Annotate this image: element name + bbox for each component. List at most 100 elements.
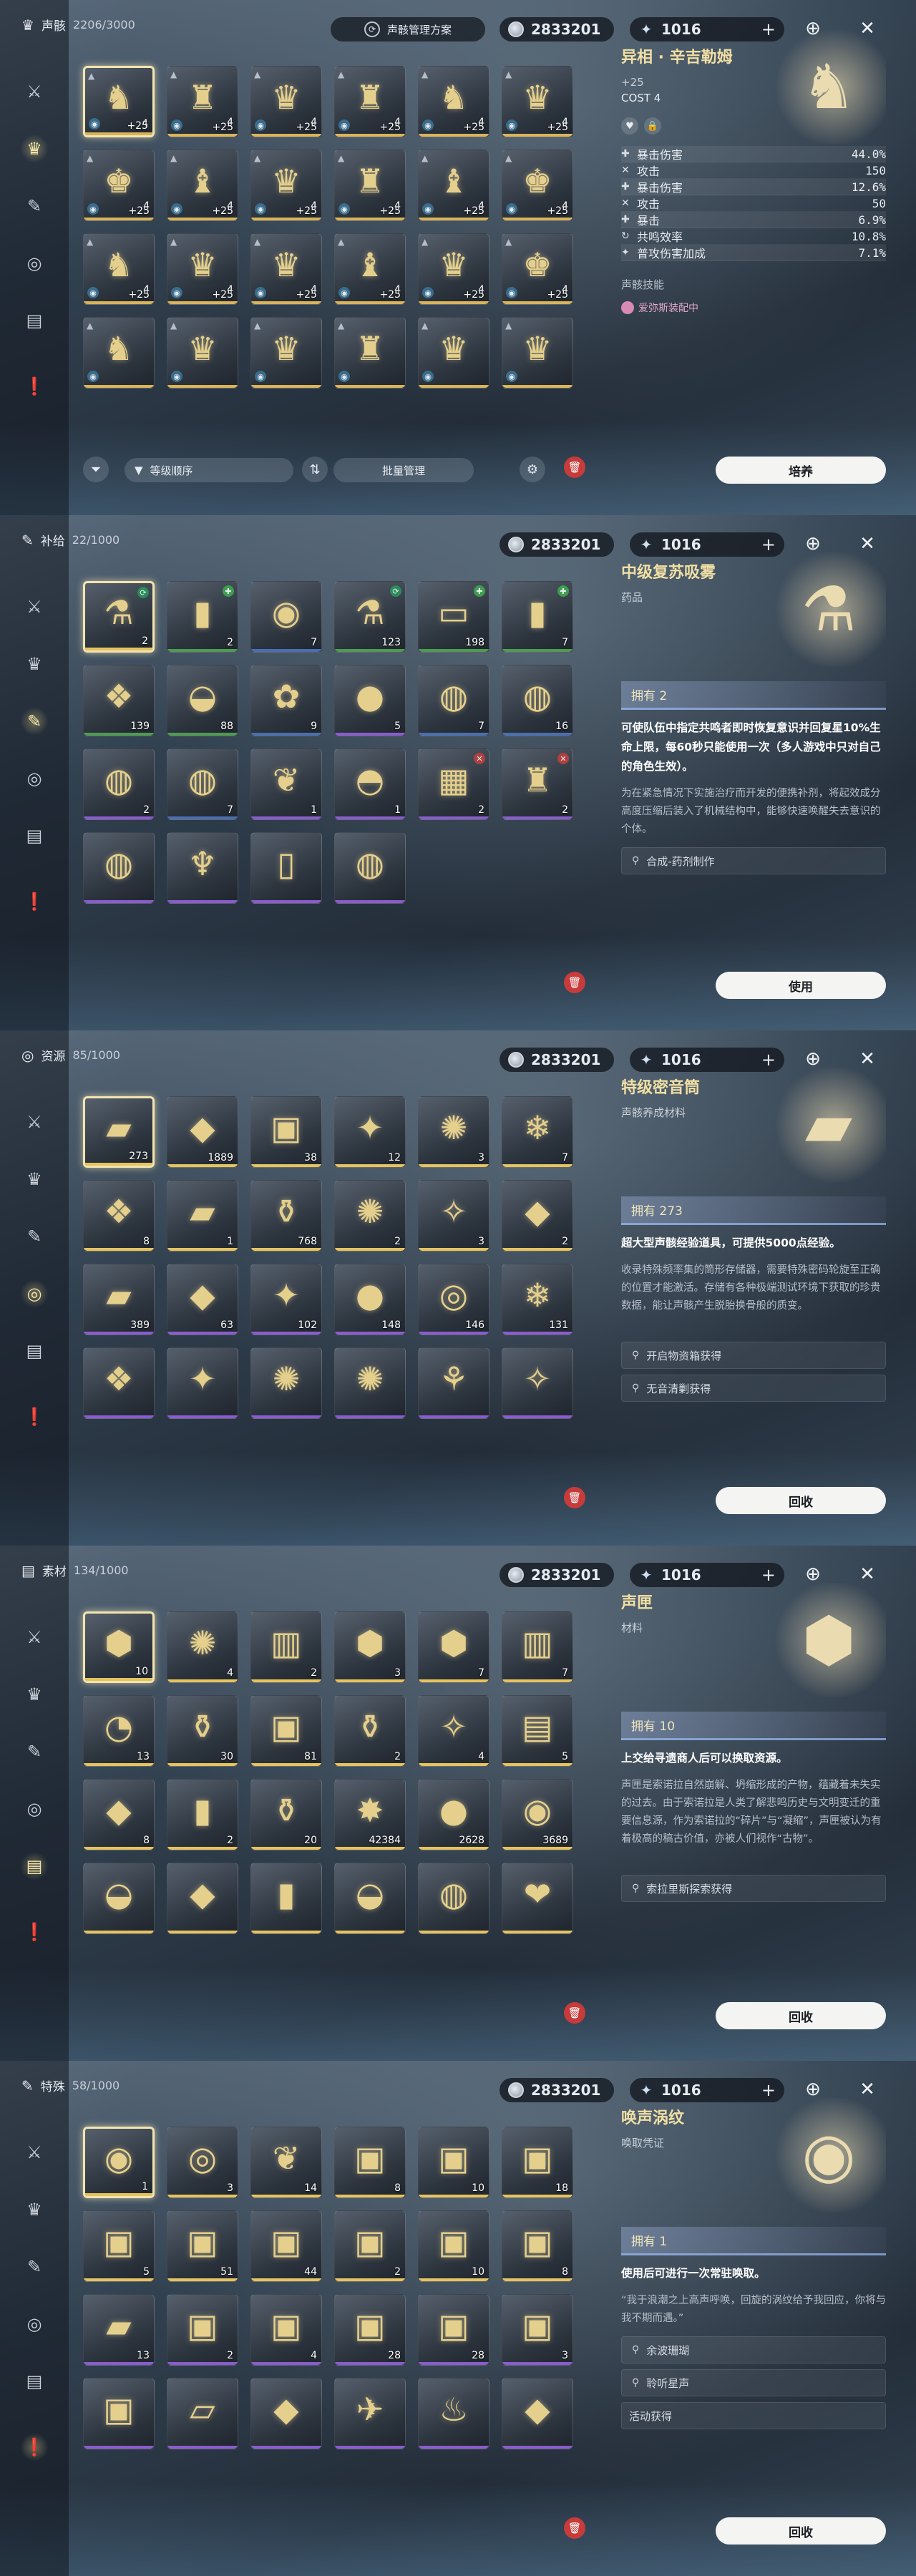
item-slot[interactable]: ✧ 3: [418, 1180, 489, 1252]
chest-icon[interactable]: ▤: [20, 1852, 49, 1880]
item-slot[interactable]: ⚱ 30: [167, 1695, 238, 1767]
echo-slot[interactable]: ♛ ▲ ◉ 4 +25: [502, 66, 573, 137]
item-slot[interactable]: ▣ 10: [418, 2127, 489, 2198]
add-astrite-button[interactable]: +: [761, 2080, 776, 2100]
item-slot[interactable]: ◍ 7: [167, 748, 238, 820]
item-slot[interactable]: ◉ 3689: [502, 1779, 573, 1850]
item-slot[interactable]: ⚱ 20: [250, 1779, 322, 1850]
item-slot[interactable]: ◍: [83, 832, 155, 904]
crossed-swords-icon[interactable]: ⚔: [20, 77, 49, 106]
disc-icon[interactable]: ◎: [20, 1795, 49, 1823]
item-slot[interactable]: ⚗ 2 ⟳: [83, 581, 155, 653]
item-slot[interactable]: ● 5: [334, 665, 406, 736]
item-slot[interactable]: ⬢ 10: [83, 1611, 155, 1683]
chest-icon[interactable]: ▤: [20, 821, 49, 850]
crossed-swords-icon[interactable]: ⚔: [20, 592, 49, 621]
item-slot[interactable]: ✿ 9: [250, 665, 322, 736]
item-slot[interactable]: ⚘: [418, 1347, 489, 1419]
item-slot[interactable]: ◆: [502, 2378, 573, 2449]
item-slot[interactable]: ◆ 2: [502, 1180, 573, 1252]
item-slot[interactable]: ▰ 389: [83, 1264, 155, 1335]
item-slot[interactable]: ❄ 131: [502, 1264, 573, 1335]
item-slot[interactable]: ▣ 2: [334, 2210, 406, 2282]
lock-icon[interactable]: 🔒: [644, 117, 661, 135]
item-slot[interactable]: ◒ 88: [167, 665, 238, 736]
item-slot[interactable]: ♨: [418, 2378, 489, 2449]
preset-button[interactable]: ⚙: [520, 457, 545, 482]
item-slot[interactable]: ▣ 81: [250, 1695, 322, 1767]
echo-slot[interactable]: ♛ ▲ ◉ 4 +25: [250, 66, 322, 137]
item-slot[interactable]: ▰ 273: [83, 1096, 155, 1168]
item-slot[interactable]: ✺: [334, 1347, 406, 1419]
item-slot[interactable]: ❖ 139: [83, 665, 155, 736]
item-slot[interactable]: ❤: [502, 1863, 573, 1934]
item-slot[interactable]: ✺: [250, 1347, 322, 1419]
echo-mask-icon[interactable]: ♛: [20, 1680, 49, 1709]
item-slot[interactable]: ▣ 28: [334, 2294, 406, 2366]
item-slot[interactable]: ◆ 1889: [167, 1096, 238, 1168]
item-slot[interactable]: ◆: [167, 1863, 238, 1934]
chest-icon[interactable]: ▤: [20, 1337, 49, 1365]
item-slot[interactable]: ▣ 5: [83, 2210, 155, 2282]
echo-slot[interactable]: ♝ ▲ ◉ 4 +25: [334, 233, 406, 305]
item-slot[interactable]: ◍ 16: [502, 665, 573, 736]
item-slot[interactable]: ▮ 2: [167, 1779, 238, 1850]
item-slot[interactable]: ▣ 10: [418, 2210, 489, 2282]
discard-button[interactable]: 🗑: [564, 1487, 585, 1508]
item-slot[interactable]: ▣ 28: [418, 2294, 489, 2366]
echo-slot[interactable]: ♞ ▲ ◉ 4 +25: [83, 233, 155, 305]
echo-mask-icon[interactable]: ♛: [20, 1165, 49, 1194]
item-slot[interactable]: ▣ 38: [250, 1096, 322, 1168]
echo-slot[interactable]: ♜ ▲ ◉ 4 +25: [167, 66, 238, 137]
item-slot[interactable]: ▣ 8: [502, 2210, 573, 2282]
echo-slot[interactable]: ♛ ▲ ◉: [502, 317, 573, 389]
item-slot[interactable]: ◔ 13: [83, 1695, 155, 1767]
bandage-icon[interactable]: ✎: [20, 707, 49, 736]
item-slot[interactable]: ▥ 2: [250, 1611, 322, 1683]
exclamation-icon[interactable]: ❗: [20, 1918, 49, 1946]
item-slot[interactable]: ◉ 7: [250, 581, 322, 653]
item-slot[interactable]: ⚱ 768: [250, 1180, 322, 1252]
item-slot[interactable]: ◍: [334, 832, 406, 904]
primary-action-button[interactable]: 回收: [716, 1487, 886, 1514]
item-slot[interactable]: ✦ 12: [334, 1096, 406, 1168]
item-slot[interactable]: ▣ 4: [250, 2294, 322, 2366]
primary-action-button[interactable]: 回收: [716, 2517, 886, 2545]
echo-slot[interactable]: ♛ ▲ ◉ 4 +25: [418, 233, 489, 305]
chest-icon[interactable]: ▤: [20, 306, 49, 335]
echo-mask-icon[interactable]: ♛: [20, 2195, 49, 2224]
item-slot[interactable]: ✦ 102: [250, 1264, 322, 1335]
disc-icon[interactable]: ◎: [20, 249, 49, 278]
echo-mask-icon[interactable]: ♛: [20, 135, 49, 163]
echo-slot[interactable]: ♜ ▲ ◉: [334, 317, 406, 389]
add-astrite-button[interactable]: +: [761, 535, 776, 555]
echo-slot[interactable]: ♛ ▲ ◉ 4 +25: [250, 150, 322, 221]
item-slot[interactable]: ● 2628: [418, 1779, 489, 1850]
discard-button[interactable]: 🗑: [564, 972, 585, 993]
echo-slot[interactable]: ♞ ▲ ◉: [83, 317, 155, 389]
item-slot[interactable]: ◍ 7: [418, 665, 489, 736]
item-slot[interactable]: ✺ 4: [167, 1611, 238, 1683]
item-slot[interactable]: ▭ 198 ✚: [418, 581, 489, 653]
item-slot[interactable]: ▦ 2 ✕: [418, 748, 489, 820]
item-slot[interactable]: ◆ 63: [167, 1264, 238, 1335]
discard-button[interactable]: 🗑: [564, 2002, 585, 2024]
item-slot[interactable]: ▣ 18: [502, 2127, 573, 2198]
item-slot[interactable]: ◓ 1: [334, 748, 406, 820]
item-slot[interactable]: ⬢ 7: [418, 1611, 489, 1683]
crossed-swords-icon[interactable]: ⚔: [20, 2138, 49, 2167]
item-slot[interactable]: ◆ 8: [83, 1779, 155, 1850]
exclamation-icon[interactable]: ❗: [20, 2433, 49, 2462]
echo-slot[interactable]: ♛ ▲ ◉ 4 +25: [250, 233, 322, 305]
chest-icon[interactable]: ▤: [20, 2367, 49, 2396]
sort-toggle-button[interactable]: ⇅: [302, 457, 328, 482]
echo-slot[interactable]: ♛ ▲ ◉: [418, 317, 489, 389]
echo-slot[interactable]: ♛ ▲ ◉: [250, 317, 322, 389]
item-slot[interactable]: ▣ 51: [167, 2210, 238, 2282]
item-slot[interactable]: ❦ 14: [250, 2127, 322, 2198]
item-slot[interactable]: ♆: [167, 832, 238, 904]
item-slot[interactable]: ✈: [334, 2378, 406, 2449]
item-slot[interactable]: ✺ 3: [418, 1096, 489, 1168]
item-slot[interactable]: ▣ 8: [334, 2127, 406, 2198]
item-slot[interactable]: ⚗ 123 ⟳: [334, 581, 406, 653]
